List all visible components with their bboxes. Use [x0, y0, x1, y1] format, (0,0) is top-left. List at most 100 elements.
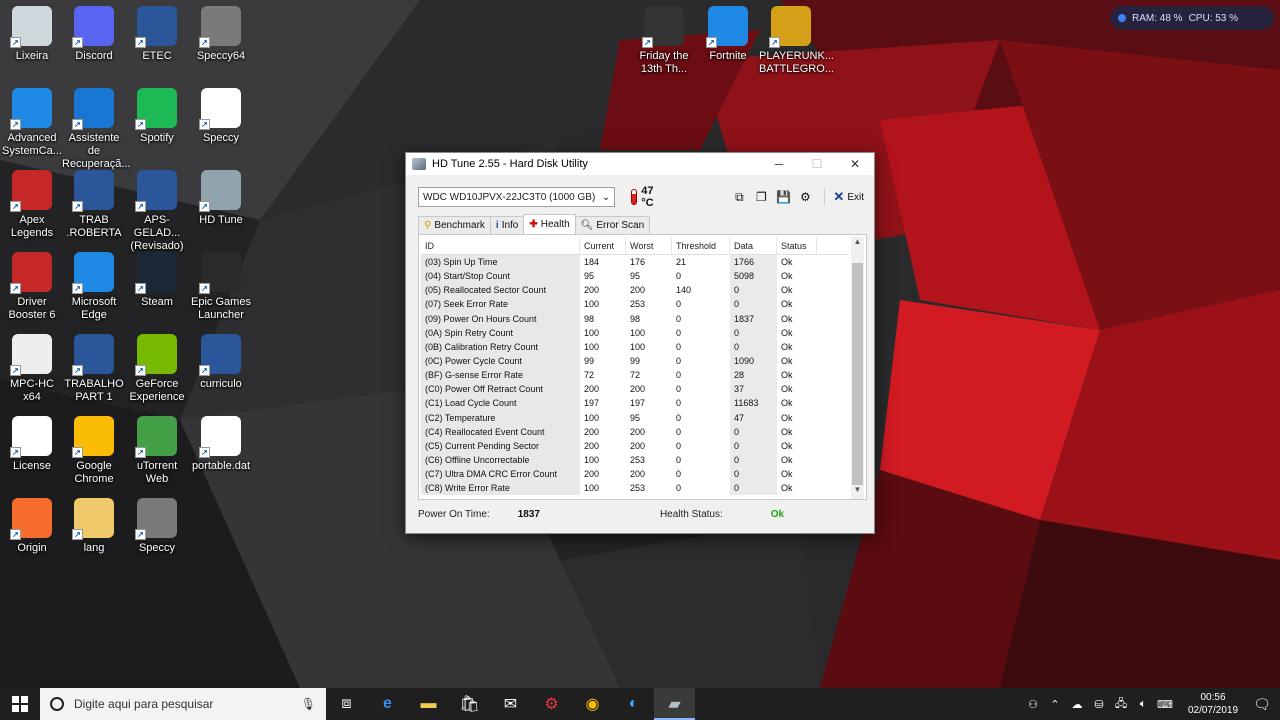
desktop-icon[interactable]: ↗ Google Chrome — [62, 412, 126, 486]
network-icon[interactable]: 🖧︎ — [1110, 695, 1132, 714]
desktop-icon[interactable]: ↗ Discord — [62, 2, 126, 63]
table-row[interactable]: (07) Seek Error Rate 100 253 0 0 Ok — [421, 297, 849, 312]
copy-all-icon[interactable]: ❐ — [752, 188, 770, 206]
minimize-button[interactable]: ─ — [760, 153, 798, 175]
table-row[interactable]: (BF) G-sense Error Rate 72 72 0 28 Ok — [421, 368, 849, 383]
desktop-icon[interactable]: ↗ HD Tune — [189, 166, 253, 227]
people-icon[interactable]: ⚇ — [1022, 698, 1044, 711]
desktop-icon[interactable]: ↗ curriculo — [189, 330, 253, 391]
desktop-icon[interactable]: ↗ Driver Booster 6 — [0, 248, 64, 322]
table-row[interactable]: (05) Reallocated Sector Count 200 200 140 0 O… — [421, 283, 849, 298]
taskbar-file-explorer[interactable]: ▬ — [408, 688, 449, 720]
table-row[interactable]: (C7) Ultra DMA CRC Error Count 200 200 0 0 Ok — [421, 467, 849, 482]
chevron-up-icon[interactable]: ⌃ — [1044, 698, 1066, 711]
desktop-icon[interactable]: ↗ Lixeira — [0, 2, 64, 63]
table-row[interactable]: (09) Power On Hours Count 98 98 0 1837 Ok — [421, 311, 849, 326]
smart-table[interactable]: ID Current Worst Threshold Data Status (… — [421, 237, 849, 499]
exit-button[interactable]: ✕ Exit — [824, 189, 864, 205]
scroll-down-icon[interactable]: ▼ — [851, 485, 864, 499]
desktop-icon[interactable]: ↗ TRAB .ROBERTA — [62, 166, 126, 240]
microphone-icon[interactable]: 🎙︎ — [301, 697, 316, 711]
table-row[interactable]: (C4) Reallocated Event Count 200 200 0 0 Ok — [421, 424, 849, 439]
table-row[interactable]: (0B) Calibration Retry Count 100 100 0 0 Ok — [421, 339, 849, 354]
desktop-icon[interactable]: ↗ Speccy — [125, 494, 189, 555]
taskbar-driver-booster[interactable]: ⚙ — [531, 688, 572, 720]
table-row[interactable]: (03) Spin Up Time 184 176 21 1766 Ok — [421, 255, 849, 270]
desktop-icon[interactable]: ↗ Apex Legends — [0, 166, 64, 240]
desktop-icon[interactable]: ↗ Friday the 13th Th... — [632, 2, 696, 76]
taskbar-edge[interactable]: e — [367, 688, 408, 720]
tab-health[interactable]: ✚ Health — [523, 214, 576, 234]
table-row[interactable]: (C0) Power Off Retract Count 200 200 0 37 Ok — [421, 382, 849, 397]
options-icon[interactable]: ⚙ — [796, 188, 814, 206]
keyboard-icon[interactable]: ⌨ — [1154, 698, 1176, 711]
performance-widget[interactable]: RAM: 48 % CPU: 53 % — [1110, 6, 1274, 30]
desktop-icon[interactable]: ↗ APS-GELAD... (Revisado) — [125, 166, 189, 253]
onedrive-icon[interactable]: ☁ — [1066, 698, 1088, 711]
shortcut-arrow-icon: ↗ — [706, 37, 717, 48]
table-row[interactable]: (0A) Spin Retry Count 100 100 0 0 Ok — [421, 325, 849, 340]
start-button[interactable] — [0, 688, 40, 720]
title-bar[interactable]: HD Tune 2.55 - Hard Disk Utility ─ ☐ ✕ — [406, 153, 874, 175]
desktop-icon[interactable]: ↗ lang — [62, 494, 126, 555]
usb-icon[interactable]: ⛁ — [1088, 698, 1110, 711]
taskbar-store[interactable]: 🛍︎ — [449, 688, 490, 720]
taskbar-search[interactable]: Digite aqui para pesquisar 🎙︎ — [40, 688, 326, 720]
desktop-icon[interactable]: ↗ uTorrent Web — [125, 412, 189, 486]
taskbar-mail[interactable]: ✉ — [490, 688, 531, 720]
maximize-button[interactable]: ☐ — [798, 153, 836, 175]
table-row[interactable]: (0C) Power Cycle Count 99 99 0 1090 Ok — [421, 353, 849, 369]
desktop-icon[interactable]: ↗ Epic Games Launcher — [189, 248, 253, 322]
window-title: HD Tune 2.55 - Hard Disk Utility — [432, 158, 588, 170]
table-row[interactable]: (04) Start/Stop Count 95 95 0 5098 Ok — [421, 269, 849, 284]
desktop-icon[interactable]: ↗ Origin — [0, 494, 64, 555]
friday-13th-icon: ↗ — [642, 6, 684, 48]
desktop-icon[interactable]: ↗ Speccy64 — [189, 2, 253, 63]
save-icon[interactable]: 💾 — [774, 188, 792, 206]
vertical-scrollbar[interactable]: ▲ ▼ — [851, 237, 864, 499]
shortcut-arrow-icon: ↗ — [10, 447, 21, 458]
column-header[interactable]: Status — [777, 237, 817, 254]
desktop-icon[interactable]: ↗ License — [0, 412, 64, 473]
task-view-button[interactable]: ⧈ — [326, 688, 367, 720]
copy-icon[interactable]: ⧉ — [730, 188, 748, 206]
table-row[interactable]: (C1) Load Cycle Count 197 197 0 11683 Ok — [421, 396, 849, 411]
taskbar-hd-tune[interactable]: ▰ — [654, 688, 695, 720]
desktop-icon[interactable]: ↗ Assistente de Recuperaçã... — [62, 84, 130, 171]
volume-icon[interactable]: 🔈︎ — [1132, 698, 1154, 711]
desktop-icon[interactable]: ↗ Spotify — [125, 84, 189, 145]
tab-info[interactable]: i Info — [489, 216, 525, 234]
data-value: 28 — [730, 368, 777, 383]
taskbar-chrome[interactable]: ◉ — [572, 688, 613, 720]
table-row[interactable]: (C8) Write Error Rate 100 253 0 0 Ok — [421, 481, 849, 496]
taskbar-advanced-systemcare[interactable]: ◐ — [613, 688, 654, 720]
drive-select[interactable]: WDC WD10JPVX-22JC3T0 (1000 GB) ⌄ — [418, 187, 616, 207]
desktop-icon[interactable]: ↗ Speccy — [189, 84, 253, 145]
column-header[interactable]: Threshold — [672, 237, 730, 254]
column-header[interactable]: ID — [421, 237, 580, 254]
column-header[interactable]: Current — [580, 237, 626, 254]
desktop-icon[interactable]: ↗ Microsoft Edge — [62, 248, 126, 322]
scrollbar-thumb[interactable] — [852, 263, 863, 485]
desktop-icon[interactable]: ↗ Advanced SystemCa... — [0, 84, 64, 158]
tab-error-scan[interactable]: 🔍︎ Error Scan — [574, 216, 651, 234]
desktop-icon[interactable]: ↗ PLAYERUNK... BATTLEGRO... — [759, 2, 834, 76]
desktop-icon[interactable]: ↗ portable.dat — [189, 412, 253, 473]
current-value: 100 — [584, 483, 600, 494]
desktop-icon[interactable]: ↗ TRABALHO PART 1 — [62, 330, 126, 404]
table-row[interactable]: (C5) Current Pending Sector 200 200 0 0 Ok — [421, 438, 849, 453]
column-header[interactable]: Data — [730, 237, 777, 254]
scroll-up-icon[interactable]: ▲ — [851, 237, 864, 251]
column-header[interactable]: Worst — [626, 237, 672, 254]
close-button[interactable]: ✕ — [836, 153, 874, 175]
desktop-icon[interactable]: ↗ ETEC — [125, 2, 189, 63]
clock[interactable]: 00:56 02/07/2019 — [1182, 691, 1244, 717]
notification-icon[interactable]: 🗨︎ — [1244, 696, 1280, 713]
table-row[interactable]: (C2) Temperature 100 95 0 47 Ok — [421, 410, 849, 425]
desktop-icon[interactable]: ↗ Fortnite — [696, 2, 760, 63]
desktop-icon[interactable]: ↗ MPC-HC x64 — [0, 330, 64, 404]
desktop-icon[interactable]: ↗ Steam — [125, 248, 189, 309]
desktop-icon[interactable]: ↗ GeForce Experience — [125, 330, 189, 404]
table-row[interactable]: (C6) Offline Uncorrectable 100 253 0 0 Ok — [421, 452, 849, 468]
tab-benchmark[interactable]: ⚲ Benchmark — [418, 216, 491, 234]
